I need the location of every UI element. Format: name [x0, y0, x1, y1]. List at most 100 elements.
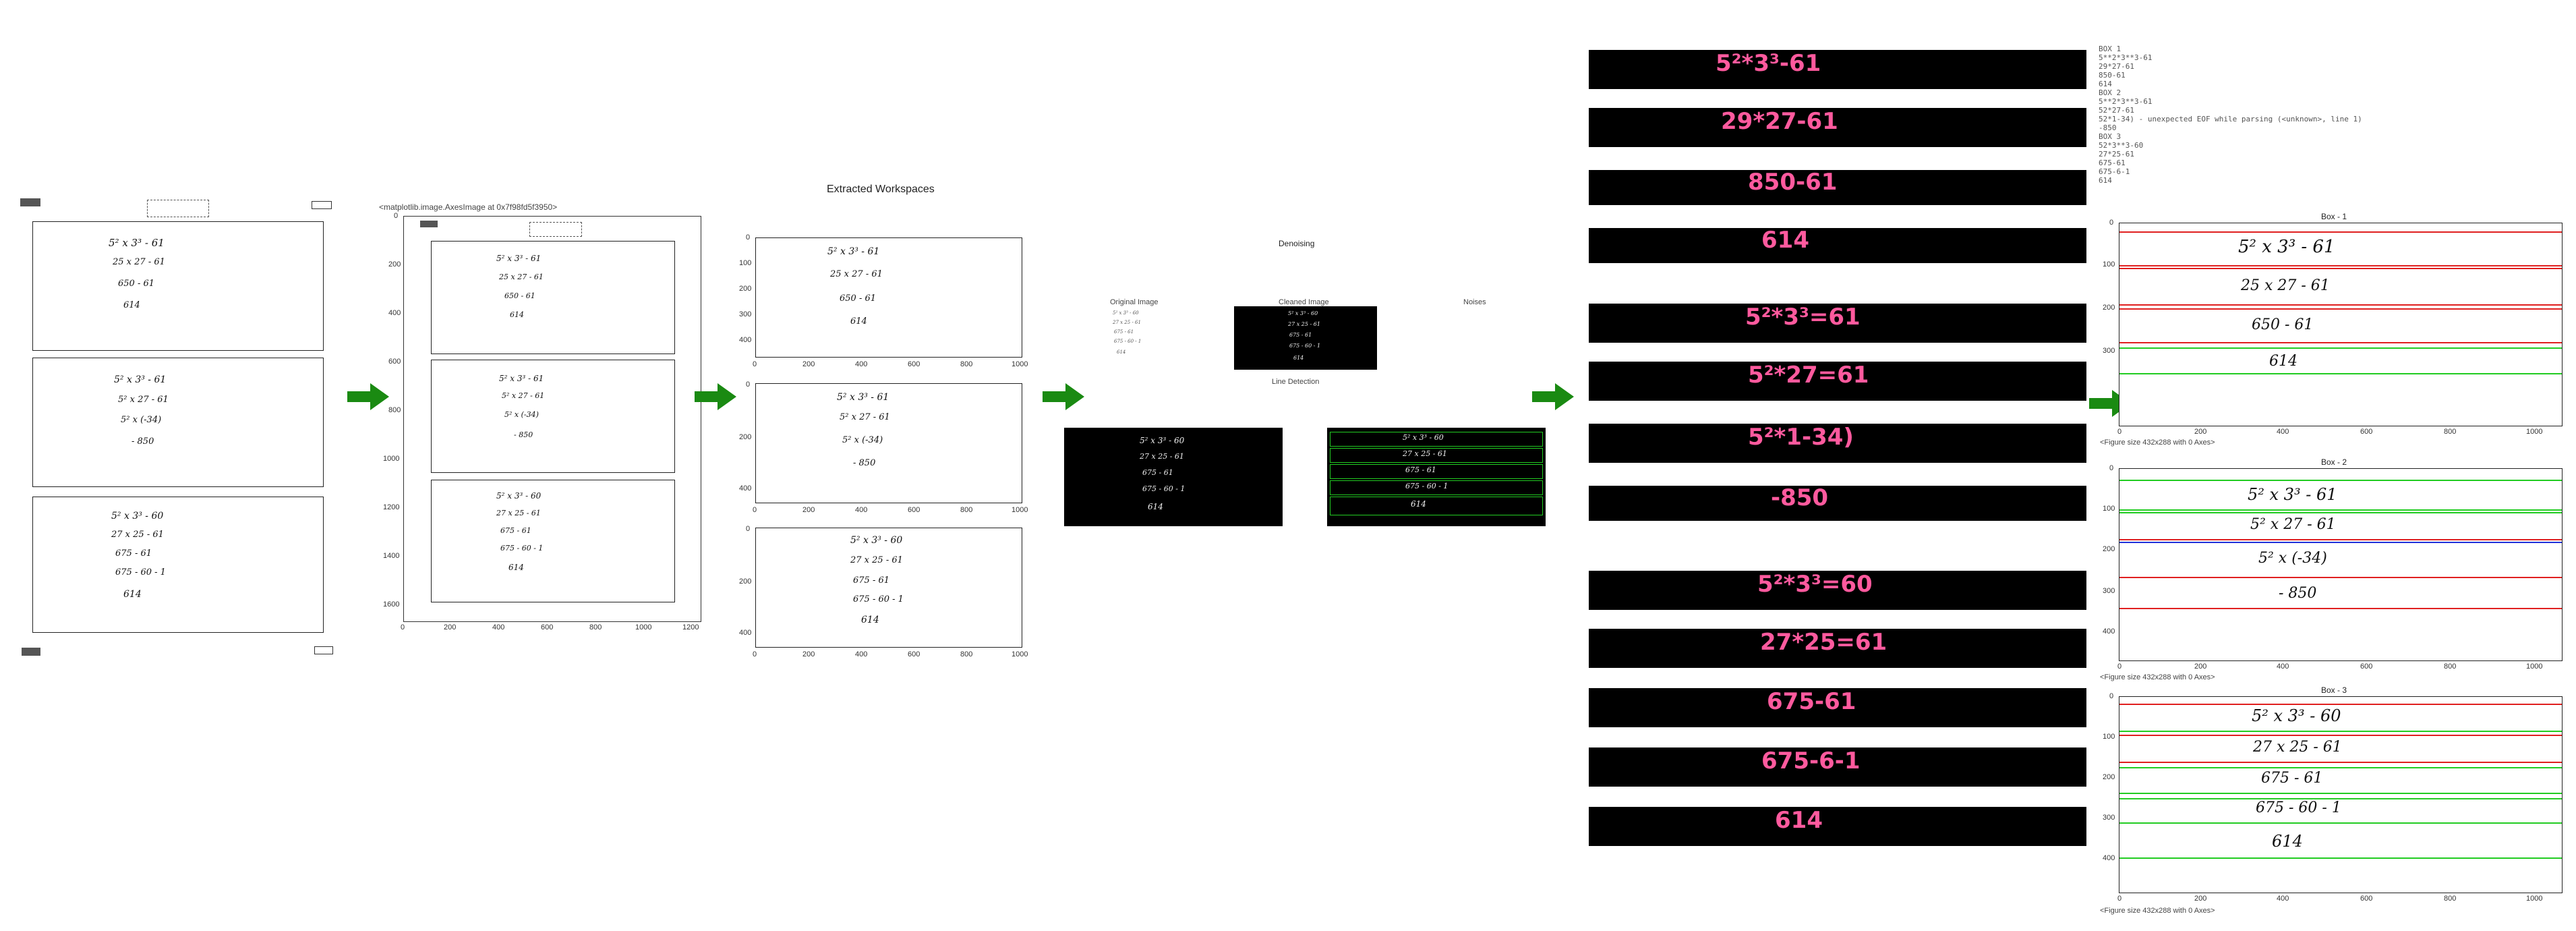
- plot-box-3: 5² x 3³ - 60 27 x 25 - 61 675 - 61 675 -…: [431, 480, 675, 602]
- x-tick: 200: [802, 650, 815, 658]
- x-tick: 800: [960, 360, 973, 368]
- line-band: [2119, 480, 2562, 481]
- corner-marker: [312, 201, 332, 209]
- ocr-text: 614: [1761, 227, 1809, 254]
- ocr-text: 29*27-61: [1721, 108, 1838, 135]
- equation-line: 614: [861, 615, 879, 625]
- equation-line: 675 - 61: [1289, 332, 1312, 338]
- y-tick: 200: [2103, 545, 2115, 553]
- y-tick: 1600: [383, 600, 400, 609]
- corner-marker: [314, 646, 333, 654]
- line-band: [2119, 347, 2562, 349]
- log-line: 52*1-34) - unexpected EOF while parsing …: [2099, 115, 2362, 123]
- equation-line: 675 - 61: [2261, 770, 2323, 787]
- dashed-header-box: [147, 200, 209, 217]
- equation-line: 5² x 3³ - 61: [827, 246, 880, 257]
- equation-line: 614: [1411, 499, 1426, 509]
- x-tick: 200: [802, 360, 815, 368]
- x-tick: 0: [401, 623, 405, 631]
- worksheet-box-2: 5² x 3³ - 61 5² x 27 - 61 5² x (-34) - 8…: [32, 358, 324, 487]
- log-line: 52*27-61: [2099, 106, 2134, 115]
- equation-line: 675 - 61: [1142, 468, 1173, 477]
- x-tick: 400: [855, 360, 868, 368]
- equation-line: 5² x 3³ - 60: [1113, 310, 1139, 316]
- figure-size-text-3: <Figure size 432x288 with 0 Axes>: [2100, 907, 2215, 915]
- equation-line: 675 - 60 - 1: [115, 567, 166, 577]
- ocr-strips: 5²*3³-61 29*27-61 850-61 614 5²*3³=61 5²…: [1589, 50, 2088, 859]
- line-band: [2119, 793, 2562, 794]
- result-title-3: Box - 3: [2321, 685, 2347, 695]
- line-band: [2119, 731, 2562, 732]
- equation-line: 675 - 60 - 1: [500, 544, 544, 553]
- y-tick: 1200: [383, 503, 400, 511]
- line-band: [2119, 767, 2562, 768]
- ocr-text: 850-61: [1748, 169, 1838, 196]
- figure-size-text-1: <Figure size 432x288 with 0 Axes>: [2100, 439, 2215, 447]
- equation-line: 5² x 3³ - 61: [2248, 485, 2337, 504]
- line-band: [2119, 542, 2562, 543]
- y-tick: 1000: [383, 455, 400, 463]
- stage3-panels: 5² x 3³ - 61 25 x 27 - 61 650 - 61 614 5…: [739, 233, 1028, 658]
- equation-line: 5² x (-34): [504, 410, 539, 419]
- original-image-thumb: 5² x 3³ - 60 27 x 25 - 61 675 - 61 675 -…: [1106, 308, 1167, 362]
- equation-line: 614: [1117, 349, 1126, 355]
- equation-line: 5² x 3³ - 60: [111, 511, 164, 521]
- x-tick: 800: [2444, 662, 2457, 671]
- line-band: [2119, 268, 2562, 269]
- log-line: 5**2*3**3-61: [2099, 53, 2153, 62]
- equation-line: 614: [123, 300, 140, 310]
- y-tick: 100: [2103, 733, 2115, 741]
- flow-arrow-icon: [1043, 383, 1084, 410]
- log-line: -850: [2099, 123, 2117, 132]
- log-line: BOX 1: [2099, 45, 2121, 53]
- x-tick: 1000: [2526, 895, 2543, 903]
- y-tick: 200: [739, 433, 752, 441]
- flow-arrow-icon: [695, 383, 736, 410]
- x-tick: 0: [2117, 428, 2122, 436]
- equation-line: 5² x 3³ - 60: [496, 491, 541, 501]
- y-tick: 1400: [383, 552, 400, 560]
- equation-line: 5² x 3³ - 60: [1140, 436, 1185, 445]
- equation-line: 5² x 3³ - 61: [837, 392, 889, 403]
- line-detection-image: 5² x 3³ - 60 27 x 25 - 61 675 - 61 675 -…: [1327, 428, 1546, 526]
- x-tick: 800: [2444, 428, 2457, 436]
- cleaned-image-thumb: 5² x 3³ - 60 27 x 25 - 61 675 - 61 675 -…: [1234, 306, 1377, 370]
- line-band: [2119, 539, 2562, 540]
- y-tick: 200: [2103, 304, 2115, 312]
- x-tick: 800: [589, 623, 602, 631]
- binary-image: 5² x 3³ - 60 27 x 25 - 61 675 - 61 675 -…: [1064, 428, 1283, 526]
- ocr-text: 5²*27=61: [1748, 362, 1869, 389]
- x-tick: 1000: [2526, 662, 2543, 671]
- corner-marker: [22, 648, 40, 656]
- line-band: [2119, 308, 2562, 310]
- x-tick: 200: [444, 623, 457, 631]
- equation-line: 650 - 61: [2252, 316, 2314, 333]
- log-line: 5**2*3**3-61: [2099, 97, 2153, 106]
- equation-line: 5² x 3³ - 61: [496, 254, 541, 263]
- equation-line: 5² x 3³ - 61: [499, 374, 544, 383]
- y-tick: 300: [2103, 814, 2115, 822]
- y-tick: 400: [2103, 854, 2115, 862]
- result-title-1: Box - 1: [2321, 212, 2347, 221]
- ocr-text: 614: [1775, 807, 1823, 834]
- equation-line: - 850: [853, 458, 876, 468]
- ocr-strip: 5²*3³=60: [1589, 571, 2086, 610]
- line-detection-label: Line Detection: [1272, 378, 1320, 386]
- log-line: 52*3**3-60: [2099, 141, 2144, 150]
- ocr-strip: 5²*27=61: [1589, 362, 2086, 401]
- equation-line: 614: [2269, 353, 2297, 370]
- equation-line: 675 - 61: [1114, 329, 1134, 335]
- equation-line: 5² x 3³ - 60: [1403, 433, 1444, 442]
- x-tick: 1000: [1012, 506, 1028, 514]
- equation-line: 27 x 25 - 61: [496, 509, 541, 517]
- ocr-text: 675-6-1: [1761, 747, 1861, 774]
- ocr-strip: 27*25=61: [1589, 629, 2086, 668]
- equation-line: - 850: [514, 430, 533, 439]
- log-line: 614: [2099, 176, 2112, 185]
- x-tick: 600: [908, 360, 920, 368]
- ocr-strip: 5²*3³-61: [1589, 50, 2086, 89]
- x-tick: 200: [802, 506, 815, 514]
- y-tick: 400: [739, 629, 752, 637]
- log-line: BOX 3: [2099, 132, 2121, 141]
- ocr-text: -850: [1771, 484, 1829, 511]
